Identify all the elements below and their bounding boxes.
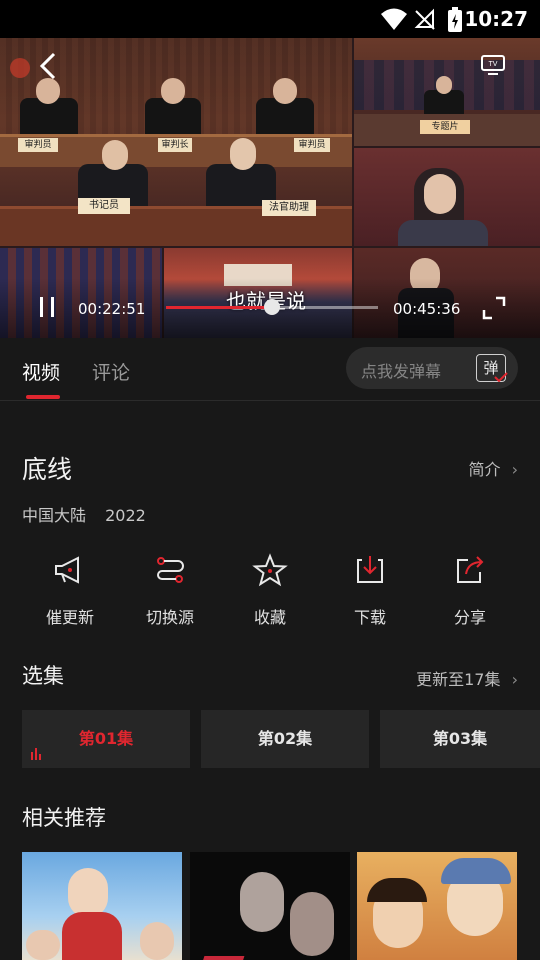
favorite-button[interactable]: 收藏: [220, 552, 320, 628]
tab-active-indicator: [26, 395, 60, 399]
battery-charging-icon: [448, 7, 462, 32]
switch-source-button[interactable]: 切换源: [120, 552, 220, 628]
danmu-placeholder: 点我发弹幕: [361, 362, 442, 381]
episodes-more-link[interactable]: 更新至17集 ›: [416, 666, 518, 690]
episodes-title: 选集: [22, 664, 64, 688]
show-meta: 中国大陆 2022: [22, 502, 146, 526]
scene-badge: 专题片: [420, 120, 470, 134]
sign-3: 审判员: [294, 138, 330, 152]
download-button[interactable]: 下载: [320, 552, 420, 628]
download-icon: [357, 556, 383, 583]
tv-cast-icon[interactable]: TV: [480, 54, 506, 76]
sign-5: 法官助理: [262, 200, 316, 216]
chevron-right-icon: ›: [511, 460, 518, 479]
related-poster-1[interactable]: [22, 852, 182, 960]
episode-item-1[interactable]: 第01集: [22, 710, 190, 768]
tab-video[interactable]: 视频: [22, 358, 60, 385]
sign-4: 书记员: [78, 198, 130, 214]
check-icon: [494, 372, 508, 382]
svg-text:TV: TV: [489, 61, 498, 68]
action-row: 催更新 切换源 收藏 下载 分享: [0, 552, 540, 632]
sign-2: 审判长: [158, 138, 192, 152]
video-player[interactable]: 审判员 审判长 审判员 书记员 法官助理 专题片 TV 00:22:51 00:…: [0, 38, 540, 338]
share-icon: [457, 556, 484, 583]
fullscreen-icon[interactable]: [482, 296, 506, 320]
action-label: 收藏: [253, 608, 286, 627]
back-arrow-icon[interactable]: [36, 52, 60, 80]
share-button[interactable]: 分享: [420, 552, 520, 628]
action-label: 切换源: [145, 608, 194, 627]
sign-1: 审判员: [18, 138, 58, 152]
episode-label: 第03集: [432, 729, 488, 748]
action-label: 催更新: [45, 608, 94, 627]
episode-item-3[interactable]: 第03集: [380, 710, 540, 768]
episode-item-2[interactable]: 第02集: [201, 710, 369, 768]
action-label: 分享: [453, 608, 486, 627]
episodes-more-label: 更新至17集: [416, 670, 501, 689]
court-emblem-icon: [10, 58, 30, 78]
show-title: 底线: [22, 455, 73, 484]
progress-track[interactable]: [166, 299, 378, 315]
intro-link[interactable]: 简介 ›: [468, 456, 518, 480]
pause-icon[interactable]: [38, 296, 56, 318]
playing-bars-icon: [31, 748, 41, 760]
current-time: 00:22:51: [78, 300, 146, 318]
related-title: 相关推荐: [22, 806, 106, 830]
scene-witness: [354, 148, 540, 246]
episode-label: 第02集: [257, 729, 313, 748]
intro-label: 简介: [468, 460, 501, 479]
no-signal-icon: [414, 8, 435, 30]
action-label: 下载: [353, 608, 386, 627]
megaphone-icon: [55, 556, 79, 584]
scene-trial-hall: 专题片: [354, 38, 540, 146]
related-poster-2[interactable]: [190, 852, 350, 960]
show-region: 中国大陆: [22, 506, 87, 525]
danmu-input[interactable]: 点我发弹幕 弹: [346, 347, 518, 389]
show-year: 2022: [105, 506, 146, 525]
wifi-icon: [381, 8, 407, 30]
star-icon: [252, 553, 288, 587]
chevron-right-icon: ›: [511, 670, 518, 689]
episode-label: 第01集: [78, 729, 134, 748]
status-bar: 10:27: [0, 0, 540, 38]
related-poster-3[interactable]: [357, 852, 517, 960]
total-time: 00:45:36: [393, 300, 461, 318]
progress-fill: [166, 306, 273, 309]
clock: 10:27: [464, 7, 528, 31]
urge-update-button[interactable]: 催更新: [20, 552, 120, 628]
tab-comments[interactable]: 评论: [92, 358, 130, 385]
switch-source-icon: [157, 557, 184, 583]
